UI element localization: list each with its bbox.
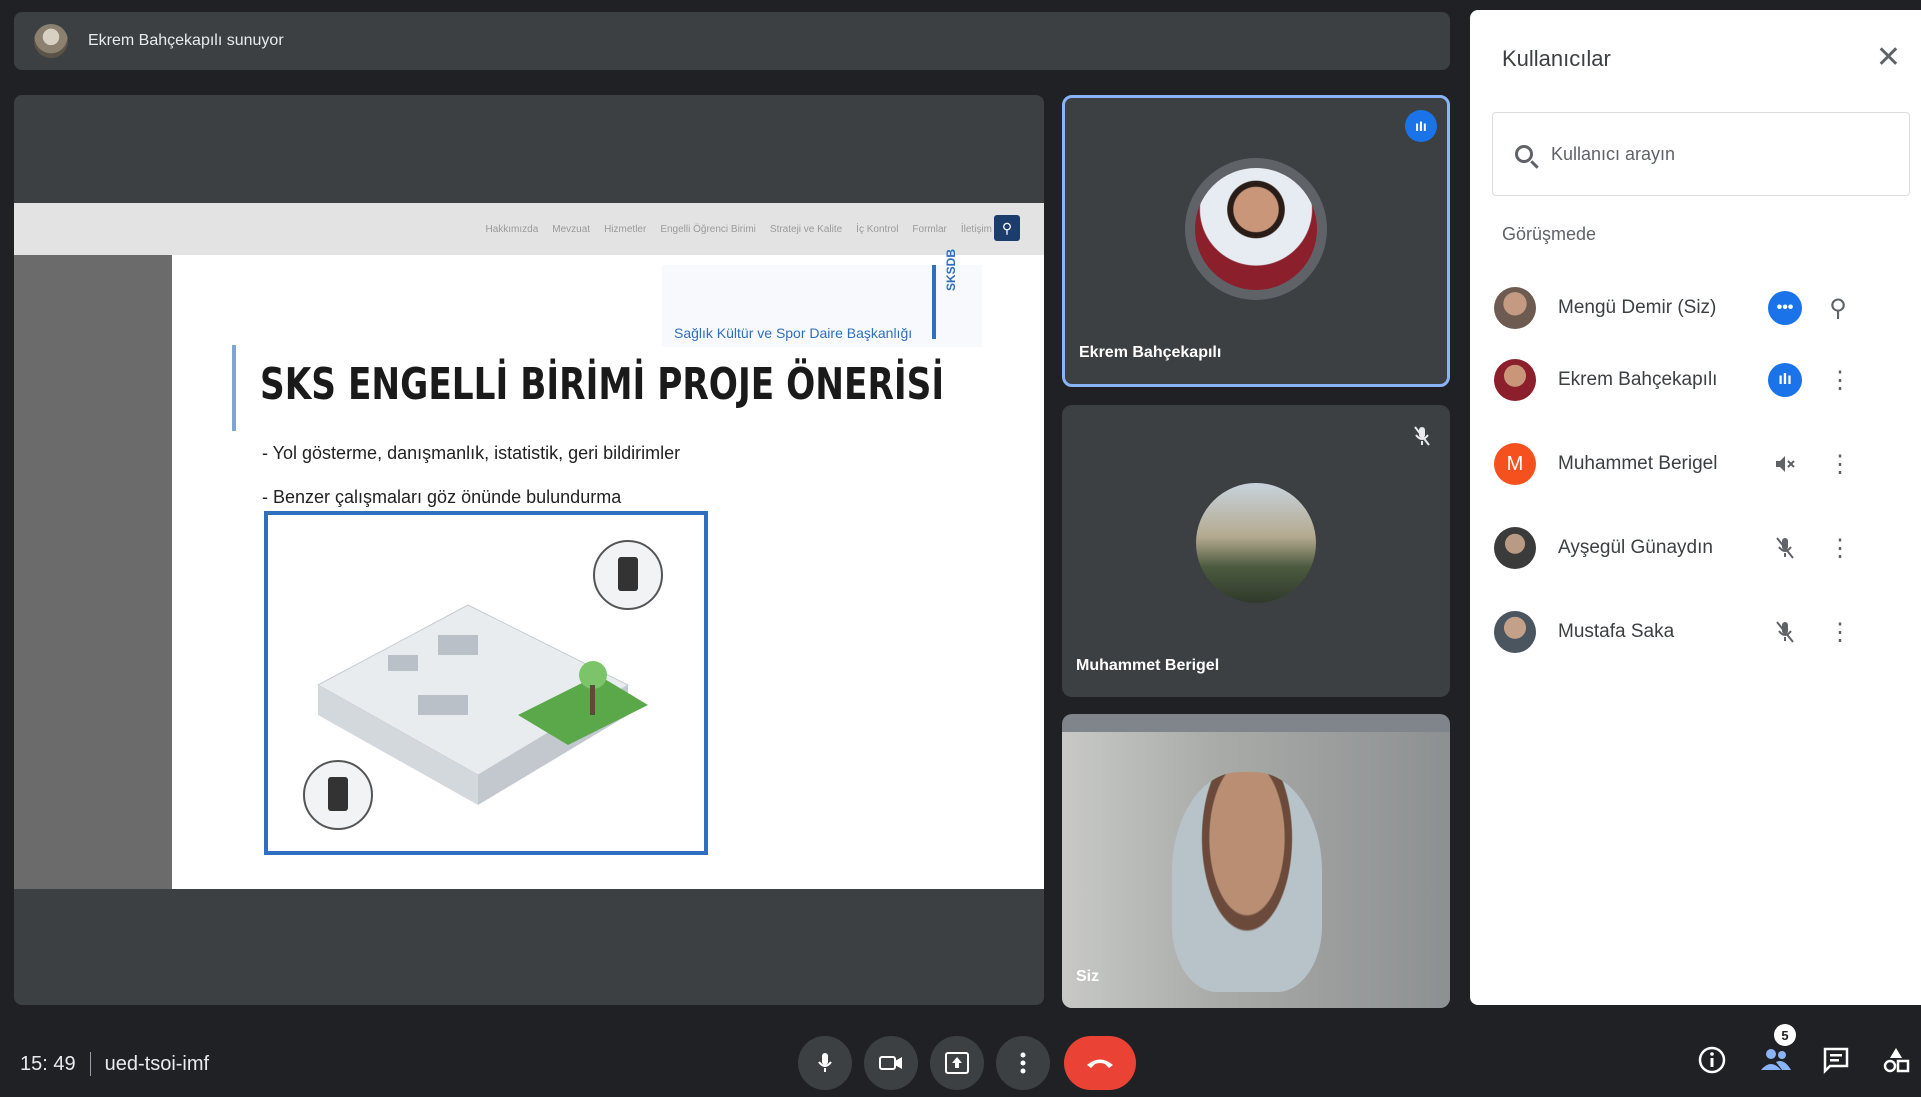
user-name: Mengü Demir (Siz) — [1558, 297, 1717, 318]
microphone-icon — [818, 1053, 832, 1072]
participant-tile-ekrem[interactable]: ıIı Ekrem Bahçekapılı — [1062, 95, 1450, 387]
slide-site-nav: Hakkımızda Mevzuat Hizmetler Engelli Öğr… — [14, 203, 1044, 255]
mic-off-icon — [1768, 615, 1802, 649]
present-screen-icon — [945, 1052, 969, 1074]
participant-tile-muhammet[interactable]: Muhammet Berigel — [1062, 405, 1450, 697]
chat-icon — [1823, 1047, 1849, 1075]
meeting-details: 15: 49 ued-tsoi-imf — [20, 1052, 209, 1076]
slide-bullet: - Benzer çalışmaları göz önünde bulundur… — [262, 487, 622, 507]
avatar: M — [1494, 443, 1536, 485]
participant-name: Siz — [1076, 968, 1100, 985]
panel-title: Kullanıcılar — [1502, 46, 1611, 71]
more-vert-icon[interactable]: ⋮ — [1828, 450, 1852, 479]
presentation-tile[interactable]: Hakkımızda Mevzuat Hizmetler Engelli Öğr… — [14, 95, 1044, 1005]
presenter-label: Ekrem Bahçekapılı sunuyor — [88, 32, 284, 49]
mic-off-icon — [1414, 426, 1430, 446]
avatar — [1185, 158, 1327, 300]
chat-button[interactable] — [1822, 1046, 1850, 1081]
slide-side-strip — [14, 255, 172, 889]
slide-nav-item: İletişim — [960, 223, 992, 235]
camera-icon — [879, 1056, 902, 1070]
user-row[interactable]: Ekrem Bahçekapılı ıIı ⋮ — [1494, 350, 1914, 410]
slide-nav-item: Hizmetler — [604, 223, 647, 235]
avatar — [1196, 483, 1316, 603]
slide-bullet: - Yol gösterme, danışmanlık, istatistik,… — [262, 443, 681, 463]
department-name: Sağlık Kültür ve Spor Daire Başkanlığı — [674, 325, 913, 341]
speaking-indicator-icon: ıIı — [1768, 363, 1802, 397]
search-icon — [1515, 145, 1533, 163]
section-label: Görüşmede — [1502, 224, 1597, 244]
avatar — [1494, 527, 1536, 569]
people-button[interactable] — [1760, 1046, 1792, 1079]
meeting-details-button[interactable] — [1698, 1046, 1726, 1081]
end-call-button[interactable] — [1064, 1036, 1136, 1090]
call-end-icon — [1087, 1059, 1113, 1068]
people-icon — [1761, 1049, 1791, 1070]
more-options-button[interactable] — [996, 1036, 1050, 1090]
more-options-icon[interactable]: ••• — [1768, 291, 1802, 325]
camera-button[interactable] — [864, 1036, 918, 1090]
present-screen-button[interactable] — [930, 1036, 984, 1090]
department-divider — [932, 265, 936, 339]
user-row[interactable]: Mengü Demir (Siz) ••• ⚲ — [1494, 278, 1914, 338]
avatar — [1494, 287, 1536, 329]
user-row[interactable]: Ayşegül Günaydın ⋮ — [1494, 518, 1914, 578]
divider — [89, 1052, 91, 1076]
mic-off-icon — [1768, 531, 1802, 565]
more-vert-icon[interactable]: ⋮ — [1828, 366, 1852, 395]
slide-nav-item: Strateji ve Kalite — [769, 223, 843, 235]
volume-off-icon — [1768, 447, 1802, 481]
title-accent-bar — [232, 345, 236, 431]
department-abbr: SKSDB — [944, 248, 958, 291]
slide-title: SKS ENGELLİ BİRİMİ PROJE ÖNERİSİ — [260, 359, 945, 410]
user-name: Ayşegül Günaydın — [1558, 537, 1713, 558]
user-name: Muhammet Berigel — [1558, 453, 1718, 474]
user-name: Ekrem Bahçekapılı — [1558, 369, 1718, 390]
self-video-face — [1172, 772, 1322, 992]
user-row[interactable]: Mustafa Saka ⋮ — [1494, 602, 1914, 662]
people-count-badge: 5 — [1774, 1024, 1796, 1046]
participant-name: Ekrem Bahçekapılı — [1079, 344, 1222, 361]
meeting-code: ued-tsoi-imf — [104, 1052, 210, 1075]
activities-icon — [1883, 1048, 1910, 1073]
more-vert-icon — [1020, 1052, 1026, 1074]
search-placeholder: Kullanıcı arayın — [1551, 143, 1676, 164]
campus-illustration — [264, 511, 708, 855]
slide-nav-item: Mevzuat — [552, 223, 591, 235]
clock-time: 15: 49 — [20, 1052, 76, 1075]
user-row[interactable]: M Muhammet Berigel ⋮ — [1494, 434, 1914, 494]
slide-nav-item: Hakkımızda — [485, 223, 539, 235]
speaking-indicator-icon: ıIı — [1405, 110, 1437, 142]
users-panel: Kullanıcılar ✕ Kullanıcı arayın Görüşmed… — [1470, 10, 1921, 1005]
pin-icon[interactable]: ⚲ — [1828, 294, 1848, 323]
info-icon — [1698, 1046, 1726, 1074]
more-vert-icon[interactable]: ⋮ — [1828, 618, 1852, 647]
presenter-avatar — [34, 24, 68, 58]
slide-search-icon: ⚲ — [994, 215, 1020, 241]
presenter-bar: Ekrem Bahçekapılı sunuyor — [14, 12, 1450, 70]
participant-name: Muhammet Berigel — [1076, 657, 1220, 674]
microphone-button[interactable] — [798, 1036, 852, 1090]
user-search-input[interactable]: Kullanıcı arayın — [1492, 112, 1910, 196]
slide-nav-item: Formlar — [912, 223, 947, 235]
more-vert-icon[interactable]: ⋮ — [1828, 534, 1852, 563]
close-icon[interactable]: ✕ — [1876, 40, 1901, 75]
participant-tile-self[interactable]: Siz — [1062, 714, 1450, 1008]
avatar — [1494, 359, 1536, 401]
slide-nav-item: İç Kontrol — [856, 223, 899, 235]
self-video — [1062, 732, 1450, 1008]
slide-nav-item: Engelli Öğrenci Birimi — [660, 223, 756, 235]
avatar — [1494, 611, 1536, 653]
presentation-slide: Hakkımızda Mevzuat Hizmetler Engelli Öğr… — [14, 203, 1044, 889]
user-name: Mustafa Saka — [1558, 621, 1675, 642]
activities-button[interactable] — [1882, 1046, 1910, 1081]
